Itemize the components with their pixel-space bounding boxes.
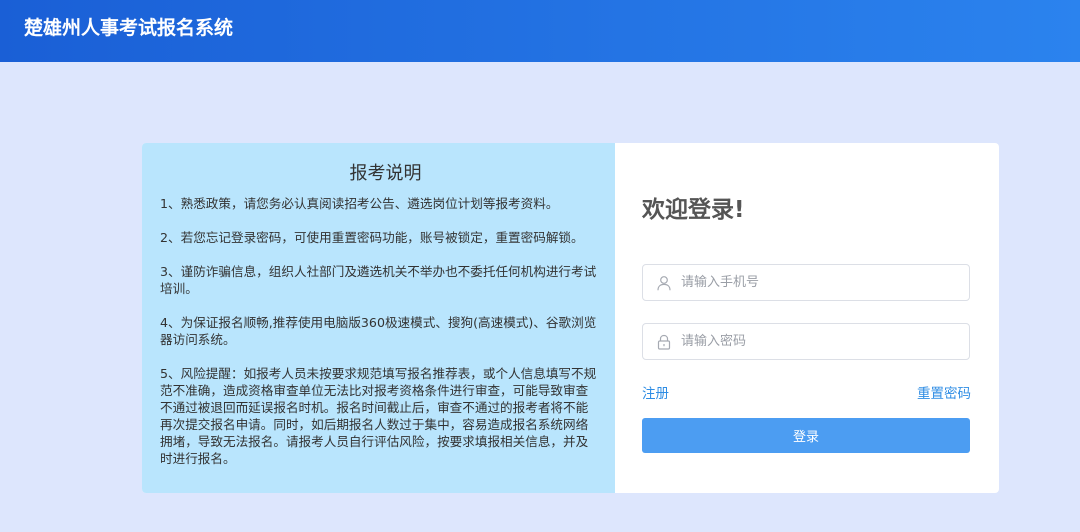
login-form: 欢迎登录! 注册 重置密码 登录 xyxy=(615,143,999,493)
top-header: 楚雄州人事考试报名系统 xyxy=(0,0,1080,62)
notice-item: 3、谨防诈骗信息，组织人社部门及遴选机关不举办也不委托任何机构进行考试培训。 xyxy=(160,264,597,296)
system-title: 楚雄州人事考试报名系统 xyxy=(24,17,234,39)
notice-list: 1、熟悉政策，请您务必认真阅读招考公告、遴选岗位计划等报考资料。 2、若您忘记登… xyxy=(160,195,599,467)
notice-item: 2、若您忘记登录密码，可使用重置密码功能，账号被锁定，重置密码解锁。 xyxy=(160,230,584,245)
login-button[interactable]: 登录 xyxy=(642,418,970,453)
notice-title: 报考说明 xyxy=(349,163,422,184)
login-card: 报考说明 1、熟悉政策，请您务必认真阅读招考公告、遴选岗位计划等报考资料。 2、… xyxy=(142,143,999,493)
register-link[interactable]: 注册 xyxy=(642,382,669,402)
notice-item: 4、为保证报名顺畅,推荐使用电脑版360极速模式、搜狗(高速模式)、谷歌浏览器访… xyxy=(160,315,597,347)
exam-notice-panel: 报考说明 1、熟悉政策，请您务必认真阅读招考公告、遴选岗位计划等报考资料。 2、… xyxy=(142,143,615,493)
user-icon xyxy=(657,276,671,291)
phone-input[interactable] xyxy=(681,265,961,300)
password-input[interactable] xyxy=(681,324,961,359)
notice-item: 5、风险提醒：如报考人员未按要求规范填写报名推荐表，或个人信息填写不规范不准确，… xyxy=(160,366,597,466)
welcome-heading: 欢迎登录! xyxy=(642,197,745,223)
notice-item: 1、熟悉政策，请您务必认真阅读招考公告、遴选岗位计划等报考资料。 xyxy=(160,196,559,211)
password-field[interactable] xyxy=(642,323,970,360)
reset-password-link[interactable]: 重置密码 xyxy=(917,382,971,402)
phone-field[interactable] xyxy=(642,264,970,301)
lock-icon xyxy=(657,334,671,350)
